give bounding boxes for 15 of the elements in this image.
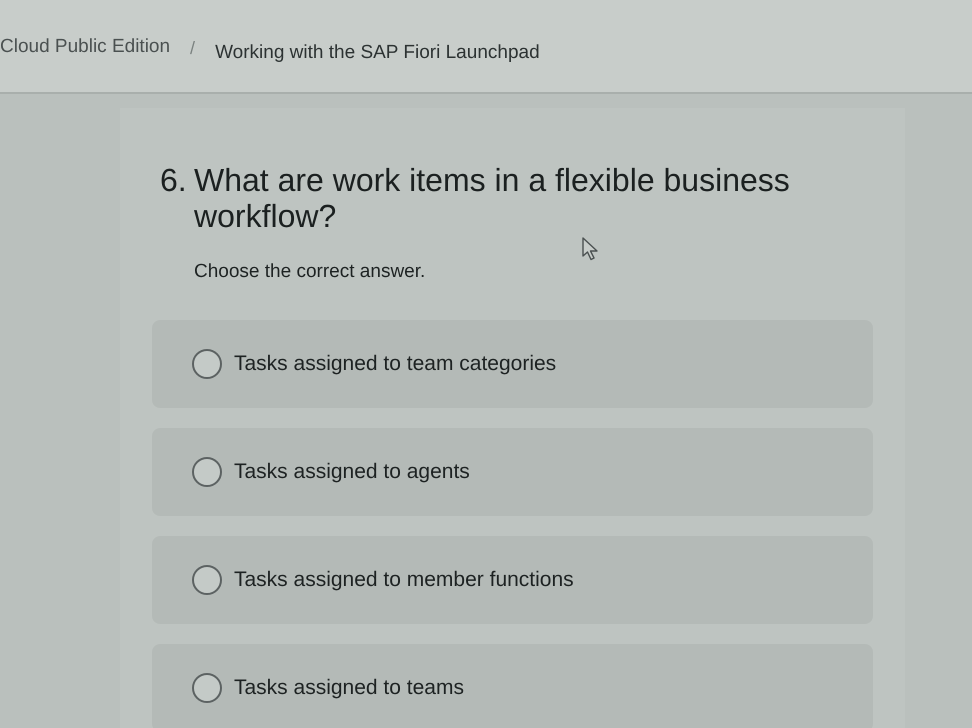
radio-button[interactable] xyxy=(192,349,222,379)
answer-option[interactable]: Tasks assigned to agents xyxy=(152,428,873,516)
answer-option[interactable]: Tasks assigned to member functions xyxy=(152,536,873,624)
mouse-pointer-icon xyxy=(582,237,599,261)
breadcrumb-separator: / xyxy=(190,38,196,59)
breadcrumb-page-title: Working with the SAP Fiori Launchpad xyxy=(215,42,540,64)
radio-button[interactable] xyxy=(192,673,222,703)
breadcrumb-link[interactable]: Cloud Public Edition xyxy=(0,36,170,58)
radio-button[interactable] xyxy=(192,565,222,595)
question-text: What are work items in a flexible business workflow? xyxy=(194,162,791,234)
instruction-text: Choose the correct answer. xyxy=(194,261,426,283)
question-number: 6. xyxy=(160,162,188,200)
answer-option[interactable]: Tasks assigned to team categories xyxy=(152,320,873,408)
radio-button[interactable] xyxy=(192,457,222,487)
answer-option[interactable]: Tasks assigned to teams xyxy=(152,644,873,728)
